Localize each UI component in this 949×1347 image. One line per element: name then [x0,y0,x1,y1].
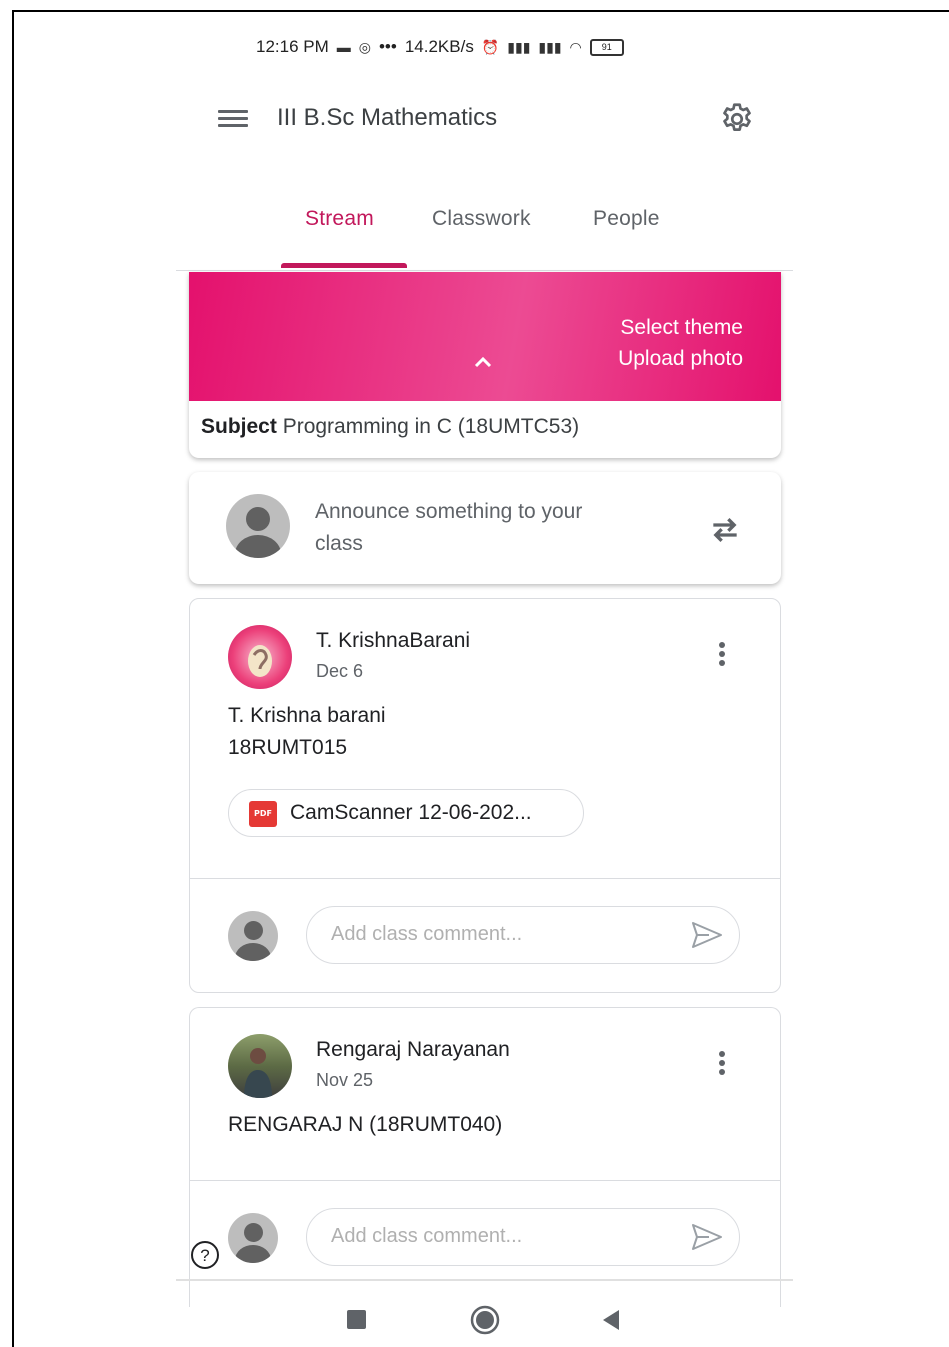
attachment-name: CamScanner 12-06-202... [290,801,532,824]
post-author: Rengaraj Narayanan [316,1038,510,1061]
message-icon: ▬ [336,39,351,55]
attachment-chip[interactable]: PDF CamScanner 12-06-202... [228,789,584,837]
more-options-icon[interactable] [710,1048,734,1084]
wifi-icon: ◠ [569,38,582,55]
announce-box[interactable]: Announce something to your class [189,472,781,584]
comment-divider [190,1180,780,1181]
back-icon[interactable] [600,1308,622,1332]
user-avatar [226,494,290,558]
hamburger-menu-icon[interactable] [218,106,248,132]
subject-label: Subject [201,415,277,438]
alarm-icon: ⏰ [481,38,500,55]
gear-icon[interactable] [718,100,756,138]
class-comment-input[interactable]: Add class comment... [306,906,740,964]
subject-value: Programming in C (18UMTC53) [282,415,580,438]
user-avatar [228,1213,278,1263]
tab-stream[interactable]: Stream [305,207,374,231]
tab-divider [176,270,793,271]
class-comment-input[interactable]: Add class comment... [306,1208,740,1266]
stream-post: Rengaraj Narayanan Nov 25 RENGARAJ N (18… [189,1007,781,1307]
tab-bar: Stream Classwork People [176,195,793,272]
comment-placeholder: Add class comment... [331,923,523,945]
pdf-icon: PDF [249,801,277,827]
subject-line: Subject Programming in C (18UMTC53) [201,415,579,439]
comment-placeholder: Add class comment... [331,1225,523,1247]
stream-post: T. KrishnaBarani Dec 6 T. Krishna barani… [189,598,781,993]
select-theme-link[interactable]: Select theme [620,316,743,340]
signal-icon: ▮▮▮ [507,38,531,55]
post-date: Dec 6 [316,661,364,681]
status-time: 12:16 PM [256,37,329,56]
whatsapp-icon: ◎ [358,38,371,55]
help-icon[interactable]: ? [190,1240,220,1270]
author-avatar [228,1034,292,1098]
tab-classwork[interactable]: Classwork [432,207,531,231]
post-body-line: T. Krishna barani [228,704,386,727]
user-avatar [228,911,278,961]
signal-icon-2: ▮▮▮ [538,38,562,55]
more-options-icon[interactable] [710,639,734,675]
svg-text:?: ? [200,1246,209,1265]
chevron-up-icon[interactable] [472,352,494,370]
battery-icon: 91 [589,38,624,56]
tab-people[interactable]: People [593,207,660,231]
post-body-line: RENGARAJ N (18RUMT040) [228,1113,503,1136]
post-body-line: 18RUMT015 [228,736,348,759]
author-avatar [228,625,292,689]
announce-placeholder[interactable]: Announce something to your class [315,496,615,560]
upload-photo-link[interactable]: Upload photo [618,347,743,371]
recent-apps-icon[interactable] [347,1310,366,1329]
post-author: T. KrishnaBarani [316,629,471,652]
send-icon[interactable] [691,921,723,949]
repost-icon[interactable] [705,510,745,550]
class-title: III B.Sc Mathematics [277,104,498,131]
class-banner-card: Select theme Upload photo Subject Progra… [189,272,781,458]
active-tab-indicator [281,263,407,268]
network-speed: 14.2KB/s [404,37,474,56]
post-date: Nov 25 [316,1070,374,1090]
more-notifications: ••• [378,37,397,56]
status-bar: 12:16 PM ▬ ◎ ••• 14.2KB/s ⏰ ▮▮▮ ▮▮▮ ◠ 91 [256,34,624,60]
bottom-divider [176,1279,793,1281]
send-icon[interactable] [691,1223,723,1251]
comment-divider [190,878,780,879]
home-icon[interactable] [470,1305,500,1335]
class-banner: Select theme Upload photo [189,272,781,401]
